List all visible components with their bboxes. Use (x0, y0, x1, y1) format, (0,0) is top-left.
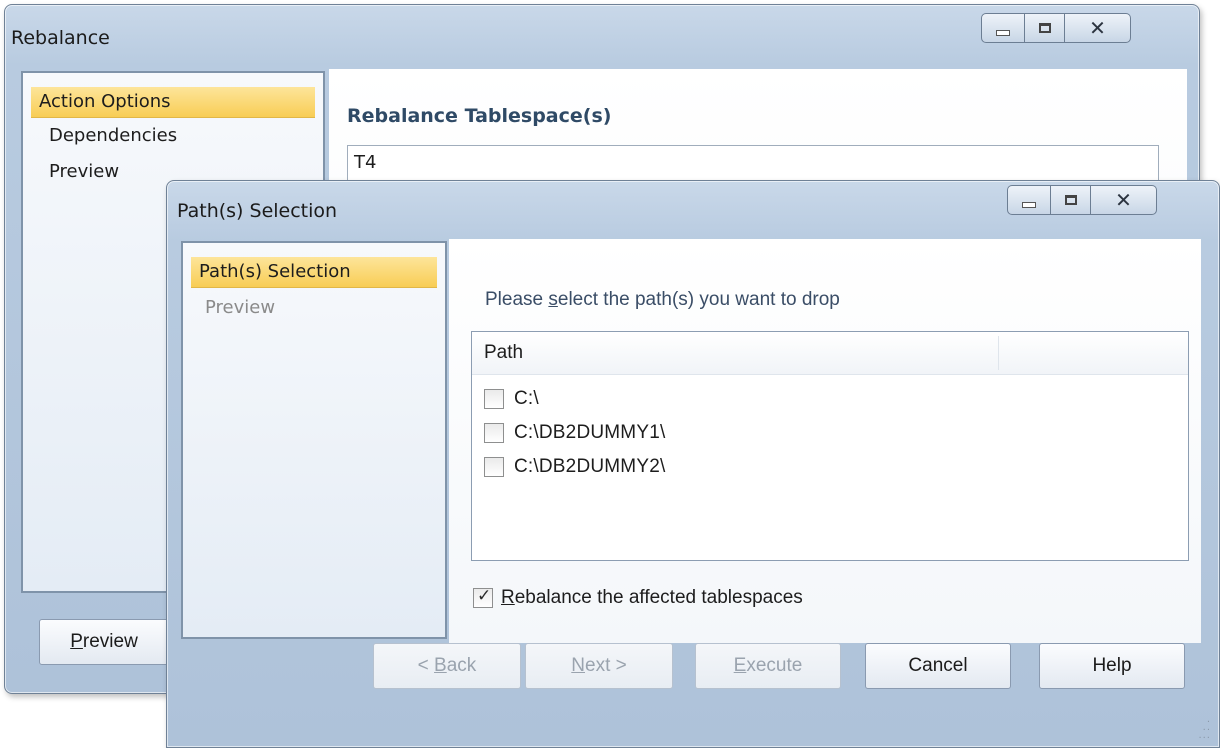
list-item[interactable]: C:\DB2DUMMY1\ (484, 418, 665, 448)
tablespace-value: T4 (354, 152, 377, 173)
path-window-title: Path(s) Selection (177, 200, 338, 222)
nav-item-action-options[interactable]: Action Options (31, 87, 315, 118)
path-minimize-button[interactable] (1007, 185, 1051, 215)
tablespace-field[interactable]: T4 (347, 145, 1159, 183)
path-maximize-button[interactable] (1051, 185, 1091, 215)
back-button[interactable]: < Back (373, 643, 521, 689)
close-icon: ✕ (1115, 188, 1132, 212)
prompt-mnemonic: s (548, 289, 558, 310)
rebalance-section-title: Rebalance Tablespace(s) (347, 105, 612, 127)
path-label: C:\ (514, 388, 539, 409)
rebalance-maximize-button[interactable] (1025, 13, 1065, 43)
next-button[interactable]: Next > (525, 643, 673, 689)
column-divider[interactable] (998, 336, 999, 370)
rebalance-affected-checkbox[interactable]: ✓ Rebalance the affected tablespaces (473, 586, 803, 609)
path-close-button[interactable]: ✕ (1091, 185, 1157, 215)
path-label: C:\DB2DUMMY1\ (514, 422, 666, 443)
maximize-icon (1064, 195, 1077, 205)
rebalance-window-title: Rebalance (11, 27, 110, 49)
back-rest: ack (446, 655, 477, 676)
maximize-icon (1038, 23, 1051, 33)
execute-mnemonic: E (733, 655, 747, 676)
preview-mnemonic: P (70, 631, 83, 652)
path-list-header: Path (472, 332, 1188, 375)
back-prefix: < (417, 655, 435, 676)
rebalance-checkbox-label: Rebalance the affected tablespaces (501, 587, 803, 609)
path-prompt: Please select the path(s) you want to dr… (485, 289, 840, 311)
execute-button[interactable]: Execute (695, 643, 841, 689)
rebalance-preview-button[interactable]: Preview (39, 619, 169, 665)
nav-item-preview[interactable]: Preview (49, 161, 119, 182)
path-column-header[interactable]: Path (484, 332, 523, 374)
path-list[interactable]: Path C:\ C:\DB2DUMMY1\ C:\DB2DUMMY2\ (471, 331, 1189, 561)
list-item[interactable]: C:\DB2DUMMY2\ (484, 452, 665, 482)
minimize-icon (996, 30, 1010, 36)
help-button[interactable]: Help (1039, 643, 1185, 689)
path-checkbox[interactable] (484, 423, 504, 443)
path-checkbox[interactable] (484, 389, 504, 409)
preview-label-rest: review (82, 631, 138, 652)
path-checkbox[interactable] (484, 457, 504, 477)
prompt-before: Please (485, 289, 549, 310)
checkmark-icon: ✓ (477, 586, 492, 606)
rebalance-checkbox-box[interactable]: ✓ (473, 586, 493, 608)
path-selection-window: Path(s) Selection ✕ Path(s) Selection Pr… (166, 180, 1220, 748)
resize-grip-icon[interactable]: · ·· ··· (1198, 718, 1211, 744)
nav-item-path-selection[interactable]: Path(s) Selection (191, 257, 437, 288)
rebalance-label-rest: ebalance the affected tablespaces (514, 587, 803, 608)
execute-rest: xecute (746, 655, 803, 676)
rebalance-window-controls: ✕ (981, 13, 1131, 43)
back-mnemonic: B (434, 655, 447, 676)
rebalance-close-button[interactable]: ✕ (1065, 13, 1131, 43)
path-label: C:\DB2DUMMY2\ (514, 456, 666, 477)
path-window-controls: ✕ (1007, 185, 1157, 215)
rebalance-minimize-button[interactable] (981, 13, 1025, 43)
list-item[interactable]: C:\ (484, 384, 539, 414)
cancel-button[interactable]: Cancel (865, 643, 1011, 689)
rebalance-mnemonic: R (501, 587, 515, 608)
nav-item-path-preview: Preview (205, 297, 276, 318)
minimize-icon (1022, 202, 1036, 208)
next-rest: ext > (585, 655, 627, 676)
prompt-after: elect the path(s) you want to drop (557, 289, 840, 310)
close-icon: ✕ (1089, 16, 1106, 40)
next-mnemonic: N (571, 655, 585, 676)
nav-item-dependencies[interactable]: Dependencies (49, 125, 177, 146)
path-nav-panel: Path(s) Selection Preview (181, 241, 447, 639)
